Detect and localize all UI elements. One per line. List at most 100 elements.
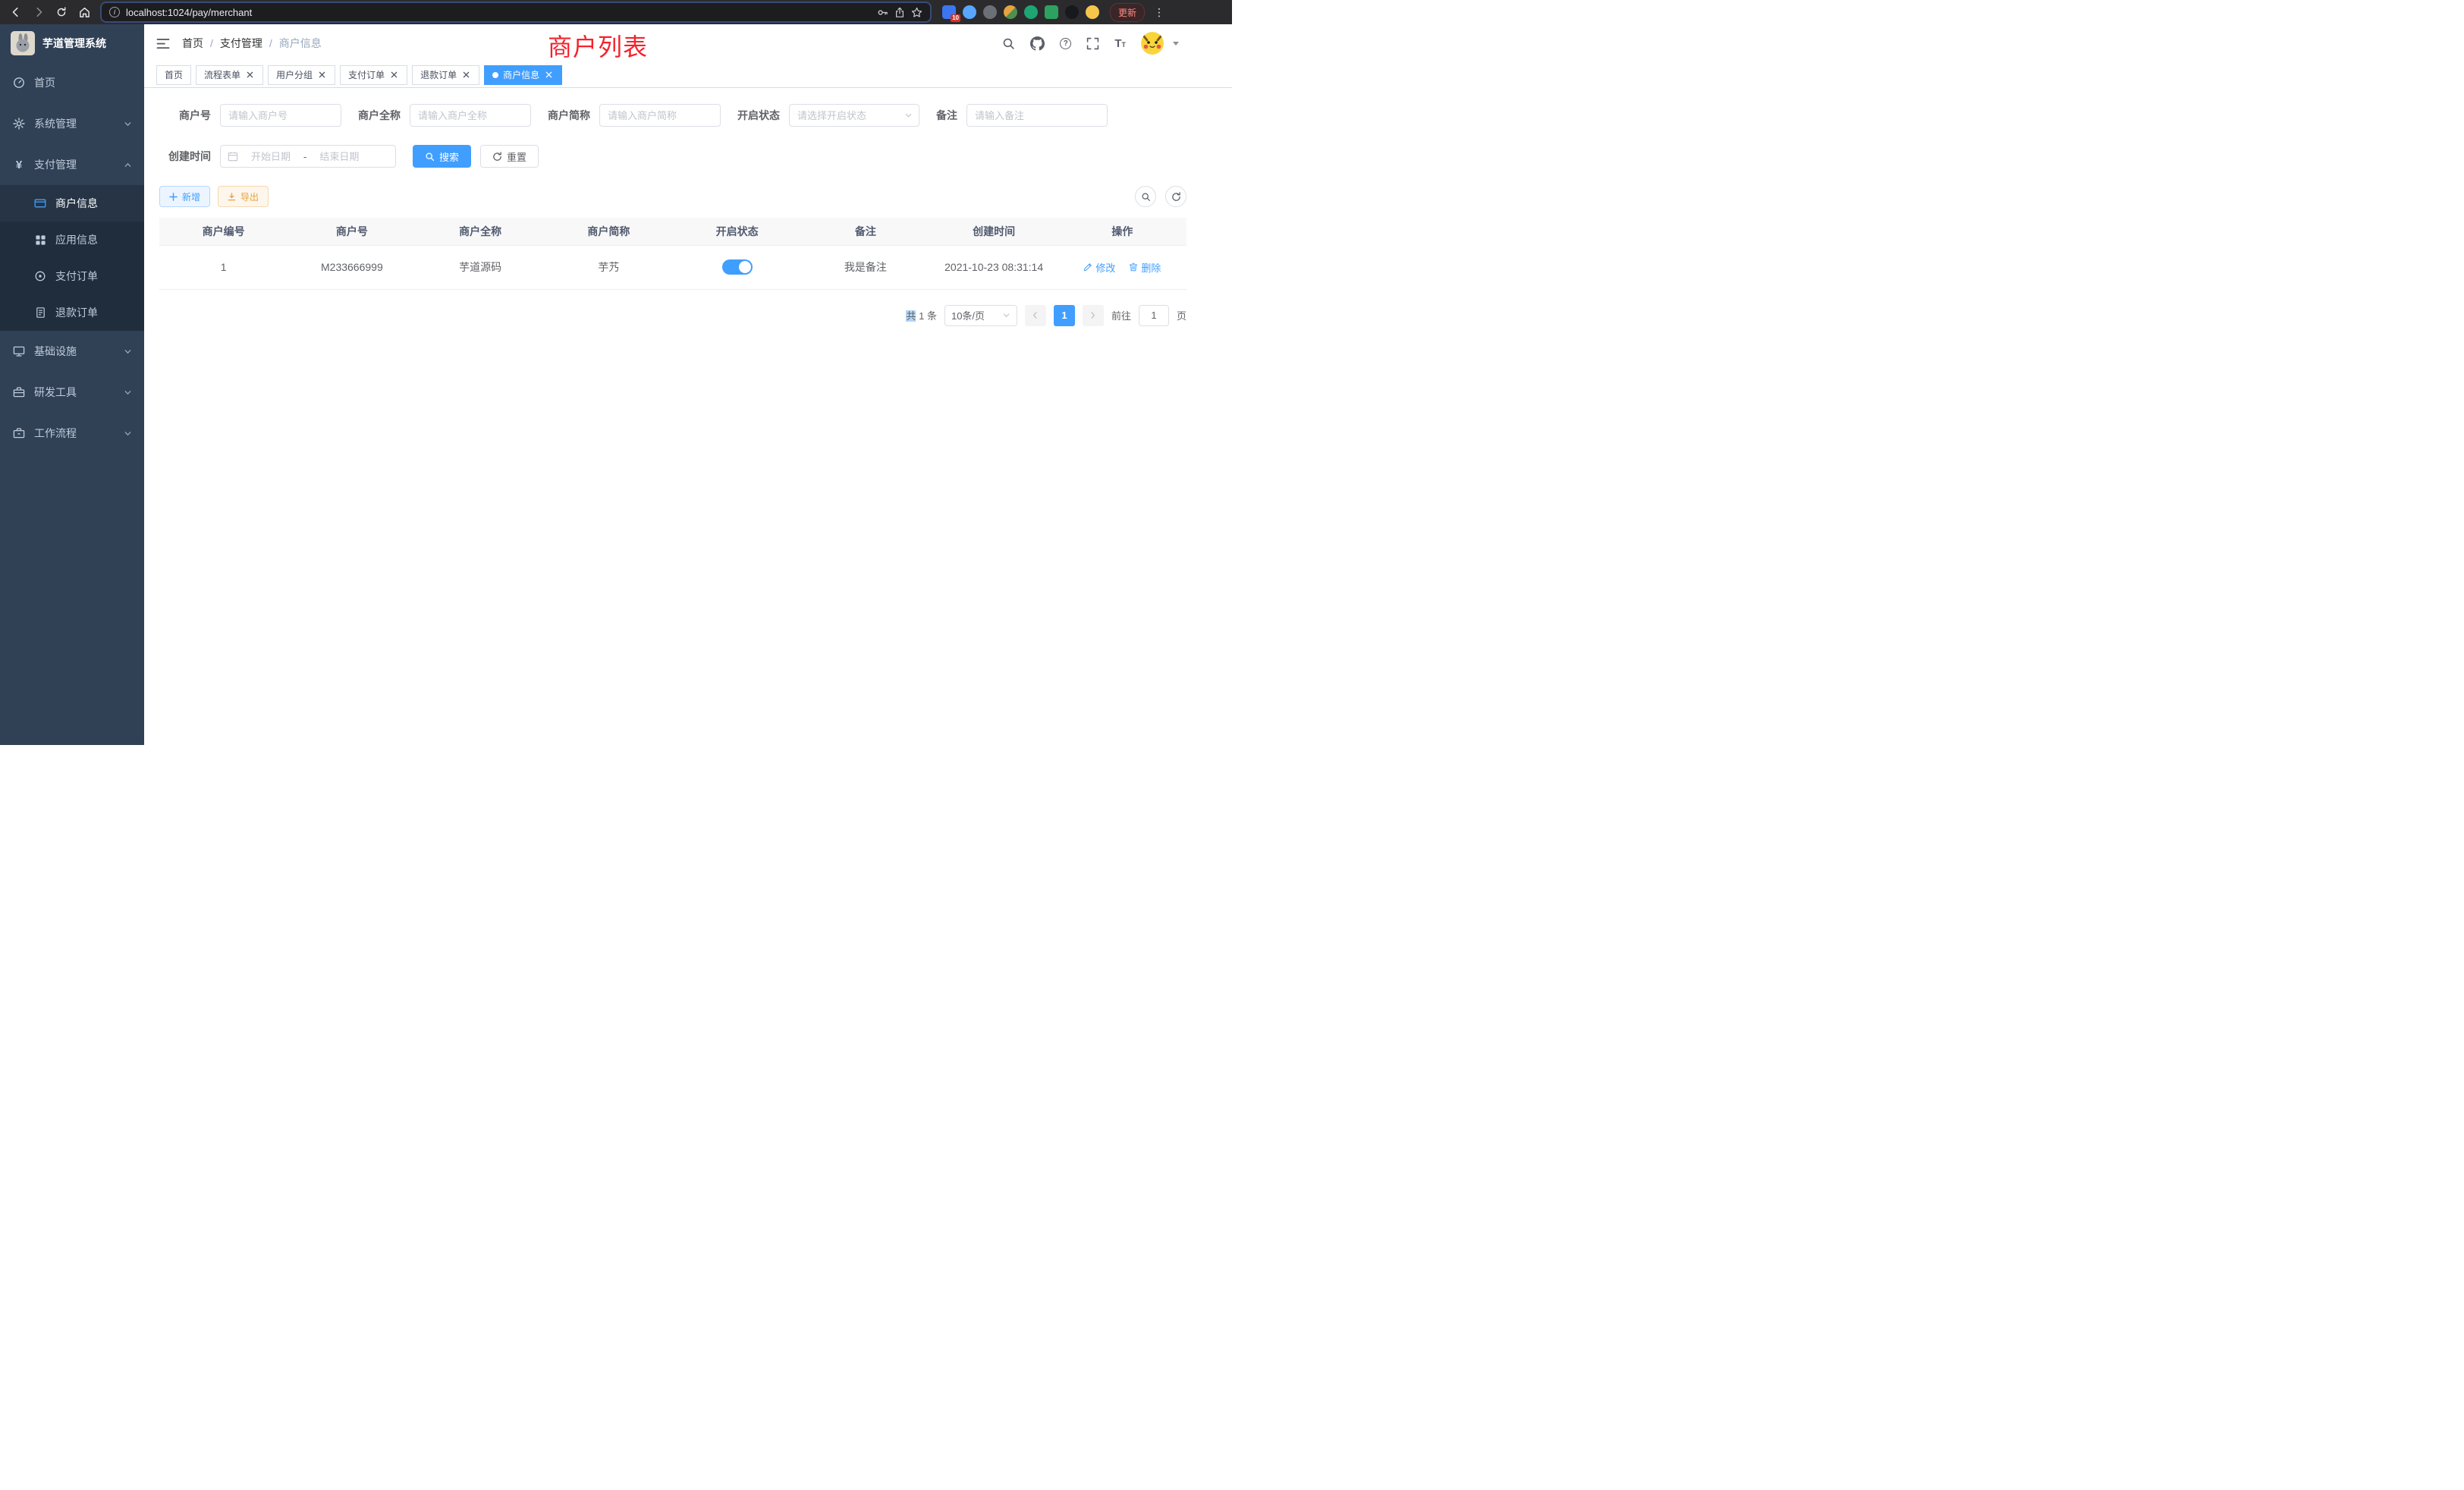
help-icon[interactable]: ? (1060, 38, 1071, 49)
tab-merchant-info[interactable]: 商户信息 (484, 65, 562, 85)
close-icon[interactable] (317, 70, 327, 80)
browser-reload-button[interactable] (52, 2, 71, 22)
field-merchant-short: 商户简称 (548, 104, 721, 127)
remark-input[interactable] (966, 104, 1108, 127)
trash-icon (1129, 262, 1138, 272)
dashboard-icon (12, 77, 26, 89)
info-icon[interactable]: i (109, 7, 120, 17)
sidebar-item-infra[interactable]: 基础设施 (0, 331, 144, 372)
fullscreen-icon[interactable] (1086, 37, 1099, 50)
close-icon[interactable] (389, 70, 399, 80)
merchant-no-input[interactable] (220, 104, 341, 127)
search-button[interactable]: 搜索 (413, 145, 471, 168)
sidebar-item-system[interactable]: 系统管理 (0, 103, 144, 144)
avatar-caret-icon[interactable] (1173, 42, 1179, 46)
extension-icon-avatar[interactable] (1004, 5, 1017, 19)
reset-button[interactable]: 重置 (480, 145, 539, 168)
sidebar-item-refund-order[interactable]: 退款订单 (0, 294, 144, 331)
sidebar-item-label: 研发工具 (34, 385, 77, 400)
sidebar-item-home[interactable]: 首页 (0, 62, 144, 103)
search-icon[interactable] (1002, 37, 1015, 50)
bookmark-star-icon[interactable] (911, 7, 922, 18)
page-number-button[interactable]: 1 (1054, 305, 1075, 326)
chevron-down-icon (1002, 311, 1010, 319)
delete-link[interactable]: 删除 (1129, 260, 1161, 275)
tab-refund-order[interactable]: 退款订单 (412, 65, 479, 85)
url-bar[interactable]: i localhost:1024/pay/merchant (102, 3, 930, 21)
chevron-up-icon (124, 161, 132, 169)
close-icon[interactable] (461, 70, 471, 80)
extension-icon-green-circle[interactable] (1024, 5, 1038, 19)
share-icon[interactable] (894, 7, 905, 18)
sidebar-item-dev-tools[interactable]: 研发工具 (0, 372, 144, 413)
sidebar-item-label: 退款订单 (55, 305, 98, 320)
sidebar-item-merchant-info[interactable]: 商户信息 (0, 185, 144, 222)
refresh-button[interactable] (1165, 186, 1186, 207)
field-merchant-name: 商户全称 (358, 104, 531, 127)
browser-forward-button[interactable] (29, 2, 49, 22)
close-icon[interactable] (544, 70, 554, 80)
extension-icon-gray[interactable] (983, 5, 997, 19)
browser-menu-icon[interactable]: ⋮ (1154, 6, 1164, 19)
gear-icon (12, 118, 26, 130)
extension-icon-smiley[interactable] (1086, 5, 1099, 19)
grid-icon (33, 234, 47, 246)
toggle-search-button[interactable] (1135, 186, 1156, 207)
sidebar-item-pay-order[interactable]: 支付订单 (0, 258, 144, 294)
end-date-input[interactable] (311, 151, 367, 162)
user-avatar[interactable] (1141, 32, 1164, 55)
add-button[interactable]: 新增 (159, 186, 210, 207)
tab-home[interactable]: 首页 (156, 65, 191, 85)
sidebar-item-workflow[interactable]: 工作流程 (0, 413, 144, 454)
sidebar-item-payment[interactable]: ¥ 支付管理 (0, 144, 144, 185)
merchant-short-input[interactable] (599, 104, 721, 127)
extension-icon-green-square[interactable] (1045, 5, 1058, 19)
extension-icon-paw[interactable] (1065, 5, 1079, 19)
calendar-icon (228, 151, 238, 162)
breadcrumb-payment[interactable]: 支付管理 (220, 36, 262, 51)
column-header-merchant-no: 商户号 (288, 218, 416, 245)
sidebar: 芋道管理系统 首页 系统管理 ¥ 支付管理 商户信息 应用信息 (0, 24, 144, 745)
sidebar-item-app-info[interactable]: 应用信息 (0, 222, 144, 258)
plus-icon (169, 193, 178, 201)
start-date-input[interactable] (243, 151, 299, 162)
next-page-button[interactable] (1083, 305, 1104, 326)
browser-update-button[interactable]: 更新 (1110, 3, 1145, 22)
tab-user-group[interactable]: 用户分组 (268, 65, 335, 85)
export-button[interactable]: 导出 (218, 186, 269, 207)
page-content: 商户号 商户全称 商户简称 开启状态 备注 (144, 88, 1232, 745)
page-size-select[interactable]: 10条/页 (944, 305, 1017, 326)
sidebar-item-label: 基础设施 (34, 344, 77, 359)
extension-icon-blue[interactable]: 10 (942, 5, 956, 19)
breadcrumb-home[interactable]: 首页 (182, 36, 203, 51)
status-select[interactable] (789, 104, 919, 127)
search-icon (425, 152, 435, 162)
refresh-icon (492, 152, 502, 162)
app-title: 芋道管理系统 (42, 36, 106, 51)
url-text: localhost:1024/pay/merchant (126, 7, 871, 18)
merchant-name-input[interactable] (410, 104, 531, 127)
topbar-actions: ? TT (1002, 32, 1179, 55)
close-icon[interactable] (245, 70, 255, 80)
edit-link[interactable]: 修改 (1083, 260, 1115, 275)
github-icon[interactable] (1030, 36, 1045, 51)
main-area: 首页 / 支付管理 / 商户信息 ? TT (144, 24, 1232, 745)
tab-pay-order[interactable]: 支付订单 (340, 65, 407, 85)
prev-page-button[interactable] (1025, 305, 1046, 326)
column-header-id: 商户编号 (159, 218, 288, 245)
field-label: 商户号 (159, 108, 211, 123)
sidebar-toggle-icon[interactable] (156, 38, 170, 49)
chevron-down-icon (124, 347, 132, 356)
extension-icon-drop[interactable] (963, 5, 976, 19)
goto-page-input[interactable] (1139, 305, 1169, 326)
table-toolbar: 新增 导出 (159, 186, 1186, 207)
browser-home-button[interactable] (74, 2, 94, 22)
date-range-picker[interactable]: - (220, 145, 396, 168)
key-icon[interactable] (877, 7, 888, 18)
field-create-time: 创建时间 - (159, 145, 396, 168)
app-logo[interactable]: 芋道管理系统 (0, 24, 144, 62)
font-size-icon[interactable]: TT (1114, 38, 1126, 49)
tab-process-form[interactable]: 流程表单 (196, 65, 263, 85)
browser-back-button[interactable] (6, 2, 26, 22)
status-toggle[interactable] (722, 259, 753, 275)
